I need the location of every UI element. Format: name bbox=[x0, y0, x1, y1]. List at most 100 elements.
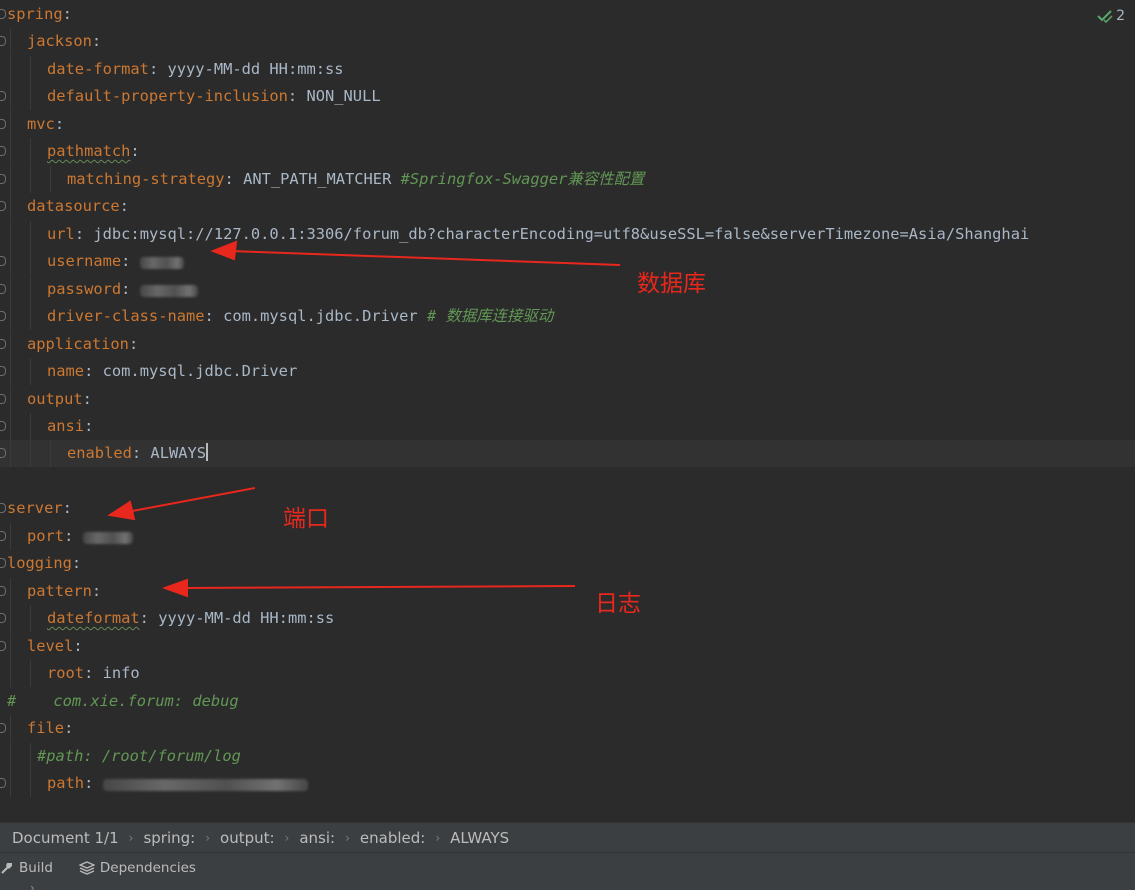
yaml-separator: : bbox=[64, 527, 83, 545]
yaml-separator: : bbox=[121, 280, 140, 298]
yaml-key: mvc bbox=[27, 115, 55, 133]
code-line[interactable]: name: com.mysql.jdbc.Driver bbox=[0, 358, 1135, 385]
redacted-path bbox=[102, 779, 308, 791]
yaml-key: application bbox=[27, 335, 129, 353]
yaml-comment: #path: /root/forum/log bbox=[37, 747, 241, 765]
breadcrumb-item[interactable]: spring: bbox=[143, 829, 195, 847]
yaml-key: ansi bbox=[47, 417, 85, 435]
code-line[interactable]: #path: /root/forum/log bbox=[0, 743, 1135, 770]
inspection-widget[interactable]: 2 bbox=[1097, 8, 1125, 24]
layers-icon bbox=[78, 860, 95, 875]
yaml-key: server bbox=[7, 499, 63, 517]
yaml-value: com.mysql.jdbc.Driver bbox=[223, 307, 427, 325]
code-line[interactable]: matching-strategy: ANT_PATH_MATCHER #Spr… bbox=[0, 166, 1135, 193]
code-line[interactable]: default-property-inclusion: NON_NULL bbox=[0, 83, 1135, 110]
yaml-separator: : bbox=[148, 60, 168, 78]
yaml-separator: : bbox=[62, 499, 72, 517]
breadcrumb-item[interactable]: output: bbox=[220, 829, 275, 847]
yaml-separator: : bbox=[73, 637, 83, 655]
yaml-value: yyyy-MM-dd HH:mm:ss bbox=[167, 60, 344, 78]
yaml-separator: : bbox=[224, 170, 244, 188]
code-line[interactable]: jackson: bbox=[0, 28, 1135, 55]
dependencies-tab[interactable]: Dependencies bbox=[78, 860, 196, 876]
yaml-key: default-property-inclusion bbox=[47, 87, 288, 105]
yaml-value: jdbc:mysql://127.0.0.1:3306/forum_db?cha… bbox=[93, 225, 1030, 243]
yaml-key: pattern bbox=[27, 582, 92, 600]
code-line[interactable]: level: bbox=[0, 633, 1135, 660]
yaml-key: pathmatch bbox=[47, 142, 131, 160]
yaml-separator: : bbox=[84, 362, 103, 380]
yaml-separator: : bbox=[91, 32, 102, 50]
code-line[interactable]: server: bbox=[0, 495, 1135, 522]
code-line[interactable]: pattern: bbox=[0, 578, 1135, 605]
chevron-right-icon: › bbox=[128, 830, 134, 845]
code-line[interactable]: pathmatch: bbox=[0, 138, 1135, 165]
code-line[interactable]: port: bbox=[0, 523, 1135, 550]
code-line[interactable]: password: bbox=[0, 276, 1135, 303]
code-line[interactable]: application: bbox=[0, 331, 1135, 358]
redacted-port bbox=[82, 532, 133, 544]
code-line[interactable]: datasource: bbox=[0, 193, 1135, 220]
inspection-count: 2 bbox=[1116, 8, 1125, 24]
yaml-key: name bbox=[47, 362, 85, 380]
yaml-key: url bbox=[47, 225, 75, 243]
code-line[interactable]: output: bbox=[0, 386, 1135, 413]
yaml-key: date-format bbox=[47, 60, 149, 78]
yaml-key: logging bbox=[7, 554, 72, 572]
yaml-separator: : bbox=[64, 719, 74, 737]
yaml-key: driver-class-name bbox=[47, 307, 205, 325]
yaml-value: info bbox=[102, 664, 140, 682]
yaml-key: datasource bbox=[27, 197, 120, 215]
yaml-editor[interactable]: spring: jackson: date-format: yyyy-MM-dd… bbox=[0, 0, 1135, 822]
code-line[interactable]: dateformat: yyyy-MM-dd HH:mm:ss bbox=[0, 605, 1135, 632]
code-line[interactable]: spring: bbox=[0, 1, 1135, 28]
breadcrumb-item[interactable]: Document 1/1 bbox=[12, 829, 119, 847]
check-icon bbox=[1097, 10, 1113, 23]
yaml-key: root bbox=[47, 664, 85, 682]
build-tab[interactable]: Build bbox=[0, 860, 53, 876]
code-line[interactable]: url: jdbc:mysql://127.0.0.1:3306/forum_d… bbox=[0, 221, 1135, 248]
code-line[interactable]: ansi: bbox=[0, 413, 1135, 440]
code-line[interactable]: logging: bbox=[0, 550, 1135, 577]
yaml-comment: # com.xie.forum: debug bbox=[7, 692, 239, 710]
yaml-key: spring bbox=[7, 5, 63, 23]
code-line[interactable]: driver-class-name: com.mysql.jdbc.Driver… bbox=[0, 303, 1135, 330]
breadcrumb-item[interactable]: ansi: bbox=[299, 829, 335, 847]
yaml-separator: : bbox=[91, 582, 102, 600]
status-bar: › bbox=[0, 882, 1135, 890]
code-line[interactable]: # com.xie.forum: debug bbox=[0, 688, 1135, 715]
yaml-separator: : bbox=[119, 197, 129, 215]
code-line[interactable]: username: bbox=[0, 248, 1135, 275]
yaml-separator: : bbox=[131, 444, 151, 462]
breadcrumb-item[interactable]: ALWAYS bbox=[450, 829, 509, 847]
yaml-key: password bbox=[47, 280, 122, 298]
yaml-separator: : bbox=[62, 5, 72, 23]
yaml-separator: : bbox=[71, 554, 82, 572]
code-line[interactable]: path: bbox=[0, 770, 1135, 797]
build-label: Build bbox=[19, 859, 53, 876]
yaml-value: yyyy-MM-dd HH:mm:ss bbox=[158, 609, 335, 627]
yaml-key: path bbox=[47, 774, 85, 792]
chevron-right-icon: › bbox=[435, 830, 441, 845]
code-line[interactable]: root: info bbox=[0, 660, 1135, 687]
yaml-key: matching-strategy bbox=[67, 170, 225, 188]
yaml-key: dateformat bbox=[47, 609, 140, 627]
yaml-key: port bbox=[27, 527, 65, 545]
redacted-username bbox=[139, 257, 184, 269]
code-line-current[interactable]: enabled: ALWAYS bbox=[0, 440, 1135, 467]
yaml-separator: : bbox=[130, 142, 140, 160]
yaml-value: NON_NULL bbox=[306, 87, 381, 105]
yaml-separator: : bbox=[287, 87, 307, 105]
yaml-separator: : bbox=[54, 115, 65, 133]
breadcrumb: Document 1/1 › spring: › output: › ansi:… bbox=[0, 822, 1135, 852]
yaml-separator: : bbox=[84, 417, 94, 435]
code-line[interactable]: mvc: bbox=[0, 111, 1135, 138]
breadcrumb-item[interactable]: enabled: bbox=[360, 829, 425, 847]
yaml-key: jackson bbox=[27, 32, 92, 50]
code-line[interactable]: date-format: yyyy-MM-dd HH:mm:ss bbox=[0, 56, 1135, 83]
code-line[interactable]: file: bbox=[0, 715, 1135, 742]
yaml-key: enabled bbox=[67, 444, 132, 462]
yaml-separator: : bbox=[128, 335, 139, 353]
yaml-key: username bbox=[47, 252, 122, 270]
yaml-comment: #Springfox-Swagger兼容性配置 bbox=[400, 170, 645, 188]
